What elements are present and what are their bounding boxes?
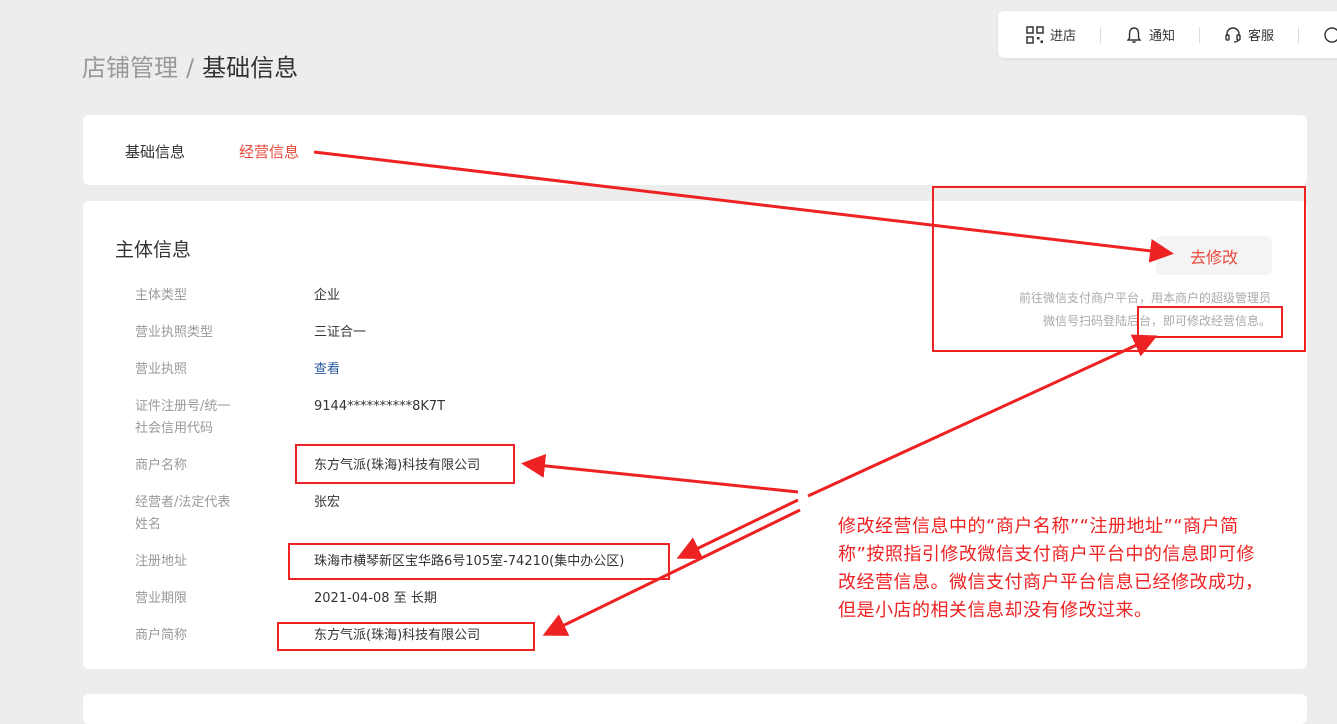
breadcrumb-parent[interactable]: 店铺管理 <box>82 54 178 82</box>
annotation-box-short-name <box>277 622 535 651</box>
field-label: 营业期限 <box>135 591 188 606</box>
divider <box>1199 26 1201 43</box>
field-value: 2021-04-08 至 长期 <box>314 591 437 606</box>
bell-icon <box>1126 26 1142 43</box>
qrcode-icon <box>1026 25 1044 44</box>
help-button[interactable] <box>1323 26 1337 44</box>
field-label-line1: 经营者/法定代表 <box>135 495 231 510</box>
field-label: 商户简称 <box>135 628 188 643</box>
customer-service-button[interactable]: 客服 <box>1224 25 1274 44</box>
headset-icon <box>1225 26 1241 43</box>
field-value: 企业 <box>314 288 341 303</box>
annotation-box-hint <box>1137 306 1283 338</box>
breadcrumb: 店铺管理 / 基础信息 <box>82 48 298 83</box>
field-value: 张宏 <box>314 495 341 510</box>
divider <box>1100 26 1102 43</box>
section-title: 主体信息 <box>115 239 192 261</box>
enter-store-button[interactable]: 进店 <box>1026 25 1076 44</box>
tabs-card: 基础信息 经营信息 <box>83 115 1307 185</box>
next-card <box>83 694 1307 724</box>
notification-label: 通知 <box>1149 29 1176 44</box>
field-label: 商户名称 <box>135 458 188 473</box>
divider <box>1298 26 1300 43</box>
annotation-box-merchant-name <box>295 444 515 484</box>
tab-business-info[interactable]: 经营信息 <box>239 141 299 162</box>
tab-basic-info[interactable]: 基础信息 <box>125 141 185 162</box>
field-label: 注册地址 <box>135 554 188 569</box>
field-value: 三证合一 <box>314 325 367 340</box>
field-label: 经营者/法定代表 姓名 <box>135 492 255 536</box>
annotation-box-address <box>288 543 670 580</box>
field-value: 9144**********8K7T <box>314 399 446 414</box>
field-label-line2: 社会信用代码 <box>135 421 214 436</box>
top-toolbar: 进店 通知 客服 <box>998 11 1337 58</box>
help-icon <box>1324 26 1337 43</box>
field-label: 主体类型 <box>135 288 188 303</box>
field-label: 证件注册号/统一 社会信用代码 <box>135 396 255 440</box>
customer-service-label: 客服 <box>1248 29 1275 44</box>
annotation-note: 修改经营信息中的“商户名称”“注册地址”“商户简称”按照指引修改微信支付商户平台… <box>838 516 1264 621</box>
breadcrumb-separator: / <box>186 54 195 82</box>
field-label: 营业执照类型 <box>135 325 214 340</box>
field-label-line2: 姓名 <box>135 517 162 532</box>
notification-button[interactable]: 通知 <box>1125 25 1175 44</box>
field-label: 营业执照 <box>135 362 188 377</box>
page-title: 基础信息 <box>202 54 299 82</box>
view-license-link[interactable]: 查看 <box>314 362 340 377</box>
field-label-line1: 证件注册号/统一 <box>135 399 231 414</box>
enter-store-label: 进店 <box>1050 29 1077 44</box>
